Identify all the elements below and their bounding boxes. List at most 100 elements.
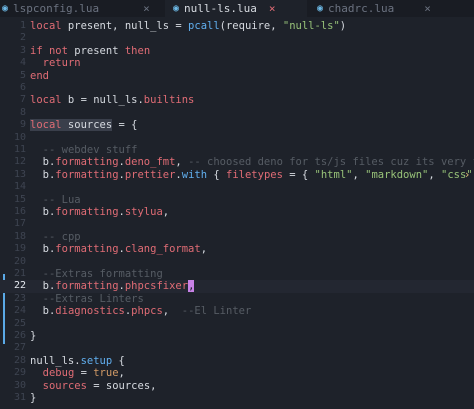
tab-null-ls[interactable]: ◉ null-ls.lua × <box>165 0 307 17</box>
line-number: 14 <box>13 181 26 193</box>
code-token: end <box>30 69 49 82</box>
line-number: 30 <box>13 379 26 391</box>
code-line[interactable]: 29 debug = true, <box>0 367 474 379</box>
line-number: 6 <box>19 82 26 93</box>
code-token: -- choosed deno for ts/js files cuz its … <box>188 156 474 169</box>
code-line[interactable]: 18 -- cpp <box>0 231 474 243</box>
code-token: b. <box>30 168 56 181</box>
tab-label: chadrc.lua <box>328 2 395 15</box>
code-line[interactable]: 13 b.formatting.prettier.with { filetype… <box>0 169 474 181</box>
line-number: 26 <box>13 330 26 341</box>
code-token: phpcs <box>131 305 163 318</box>
code-token: diagnostics <box>55 305 125 318</box>
code-line[interactable]: 11 -- webdev stuff <box>0 144 474 156</box>
code-line[interactable]: 9 local sources = { <box>0 119 474 132</box>
code-line[interactable]: 21 --Extras formatting <box>0 268 474 280</box>
code-token: = { <box>112 119 138 132</box>
code-token: b. <box>30 305 56 318</box>
code-token: local <box>30 20 62 32</box>
code-line[interactable]: 10 <box>0 132 474 144</box>
line-number: 16 <box>13 206 26 217</box>
code-token: , <box>352 168 366 181</box>
code-token: -- webdev stuff <box>42 144 138 156</box>
line-number: 8 <box>19 106 26 118</box>
code-text: return <box>30 57 81 69</box>
code-token: , <box>118 367 125 380</box>
code-line[interactable]: 4 return <box>0 57 474 69</box>
lua-file-icon: ◉ <box>317 3 324 14</box>
code-line[interactable]: 8 <box>0 107 474 119</box>
code-line[interactable]: 5 end <box>0 70 474 82</box>
code-line[interactable]: 30 sources = sources, <box>0 380 474 392</box>
code-line[interactable]: 19 b.formatting.clang_format, <box>0 243 474 255</box>
code-line[interactable]: 23 --Extras Linters <box>0 293 474 305</box>
code-line[interactable]: 20 <box>0 256 474 268</box>
code-line[interactable]: 6 <box>0 82 474 94</box>
code-token: b. <box>30 206 56 218</box>
code-text: --Extras Linters <box>30 293 144 305</box>
code-token: then <box>124 44 151 57</box>
code-line[interactable]: 26} <box>0 330 474 342</box>
code-line[interactable]: 16 b.formatting.stylua, <box>0 206 474 218</box>
code-line[interactable]: 31} <box>0 392 474 404</box>
line-number: 22 <box>13 280 26 292</box>
code-line[interactable]: 2 <box>0 32 474 44</box>
code-token: --Extras Linters <box>42 292 144 305</box>
code-editor[interactable]: 1 local present, null_ls = pcall(require,… <box>0 17 474 409</box>
code-token: = <box>74 367 94 380</box>
code-line[interactable]: 12 b.formatting.deno_fmt, -- choosed den… <box>0 156 474 168</box>
code-text: } <box>30 330 36 342</box>
code-token: formatting <box>55 168 119 181</box>
code-token: filetypes <box>226 168 283 181</box>
close-icon[interactable]: × <box>269 2 276 15</box>
line-number: 4 <box>19 57 26 69</box>
code-line[interactable]: 22 b.formatting.phpcsfixer, <box>0 280 474 293</box>
code-token: formatting <box>55 156 119 169</box>
close-icon[interactable]: × <box>143 2 150 15</box>
code-token: builtins <box>143 94 195 107</box>
line-number: 11 <box>13 144 26 155</box>
code-token: formatting <box>55 280 119 293</box>
code-token: sources <box>61 119 113 132</box>
close-icon[interactable]: × <box>424 2 431 15</box>
line-number: 21 <box>13 268 26 279</box>
tab-chadrc[interactable]: ◉ chadrc.lua × <box>307 0 474 17</box>
code-token: = sources, <box>86 379 157 392</box>
line-number: 1 <box>19 20 26 31</box>
code-token: true <box>93 367 119 380</box>
code-line[interactable]: 1 local present, null_ls = pcall(require,… <box>0 20 474 32</box>
code-line[interactable]: 14 <box>0 181 474 193</box>
code-text: if not present then <box>30 45 150 57</box>
code-token: ) <box>339 20 347 32</box>
code-token: b. <box>30 243 56 256</box>
code-line[interactable]: 24 b.diagnostics.phpcs, --El Linter <box>0 305 474 317</box>
code-text: b.formatting.deno_fmt, -- choosed deno f… <box>30 156 474 168</box>
code-token: , <box>200 243 208 256</box>
code-token: b. <box>30 280 56 293</box>
code-line[interactable]: 15 -- Lua <box>0 194 474 206</box>
code-line[interactable]: 27 <box>0 342 474 354</box>
code-text: end <box>30 70 49 82</box>
line-number: 15 <box>13 193 26 205</box>
code-line[interactable]: 7 local b = null_ls.builtins <box>0 94 474 106</box>
code-text: b.diagnostics.phpcs, --El Linter <box>30 305 252 318</box>
code-line[interactable]: 3 if not present then <box>0 45 474 57</box>
code-token: { <box>207 168 227 181</box>
code-line[interactable]: 25 <box>0 318 474 330</box>
code-token: , <box>162 305 182 318</box>
code-token: , <box>162 206 170 218</box>
code-line[interactable]: 17 <box>0 218 474 230</box>
code-token: local <box>30 119 62 132</box>
tab-label: lspconfig.lua <box>13 2 100 15</box>
code-line[interactable]: 28 null_ls.setup { <box>0 355 474 367</box>
code-text: b.formatting.phpcsfixer, <box>30 280 195 293</box>
tab-lspconfig[interactable]: ◉ lspconfig.lua × <box>0 0 165 17</box>
code-text: local b = null_ls.builtins <box>30 94 194 106</box>
line-number: 24 <box>13 305 26 317</box>
code-token: "markdown" <box>365 168 429 181</box>
line-number: 29 <box>13 367 26 379</box>
code-token: not <box>48 44 68 57</box>
